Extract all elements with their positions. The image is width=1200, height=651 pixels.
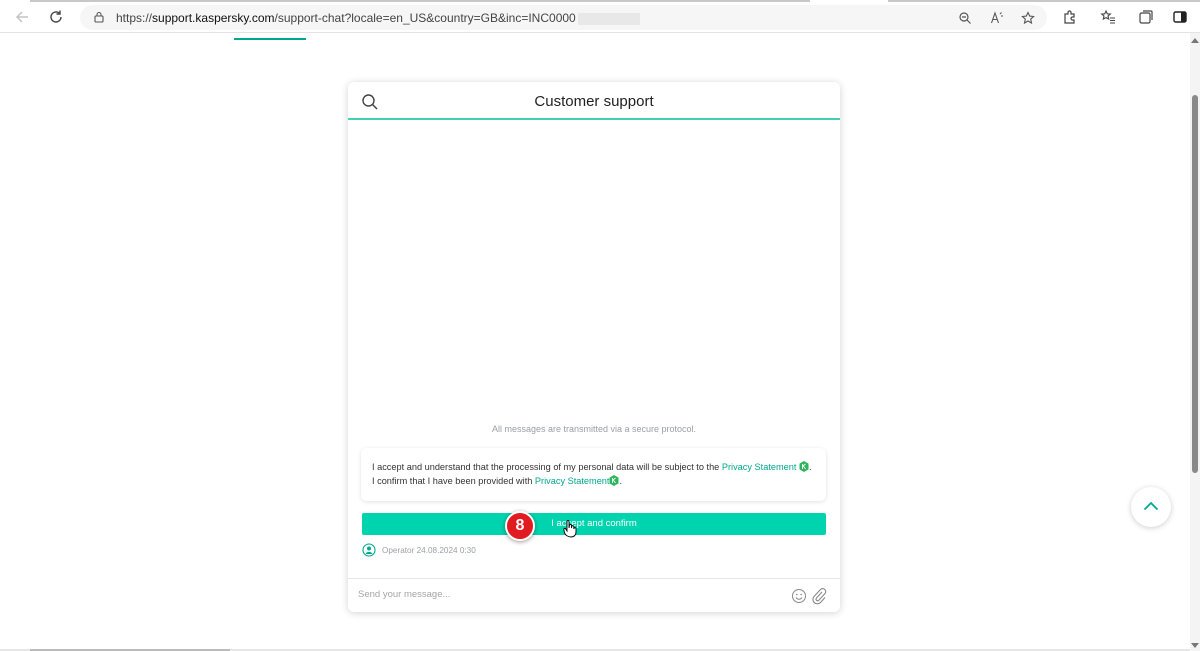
- consent-message: I accept and understand that the process…: [361, 448, 826, 501]
- favorites-bar-icon[interactable]: [1098, 7, 1118, 27]
- sidebar-toggle-icon[interactable]: [1170, 7, 1190, 27]
- message-input[interactable]: Send your message...: [358, 589, 450, 600]
- support-chat-window: Customer support All messages are transm…: [348, 82, 840, 612]
- collections-icon[interactable]: [1136, 7, 1156, 27]
- accept-and-confirm-button[interactable]: I accept and confirm: [362, 513, 826, 535]
- active-nav-underline: [234, 38, 306, 40]
- scroll-up-arrow[interactable]: [1191, 38, 1199, 43]
- attach-icon[interactable]: [811, 587, 827, 605]
- back-icon[interactable]: [12, 7, 32, 27]
- chat-title: Customer support: [534, 93, 654, 110]
- lock-icon[interactable]: [92, 10, 106, 24]
- zoom-icon[interactable]: [958, 11, 972, 25]
- page-scrollbar[interactable]: [1190, 33, 1200, 651]
- scroll-down-arrow[interactable]: [1191, 643, 1199, 648]
- extensions-icon[interactable]: [1060, 7, 1080, 27]
- refresh-icon[interactable]: [46, 7, 66, 27]
- privacy-statement-link[interactable]: Privacy Statement: [722, 462, 797, 472]
- operator-meta: Operator 24.08.2024 0:30: [362, 543, 476, 557]
- consent-text-3: .: [619, 475, 623, 486]
- favorite-icon[interactable]: [1021, 11, 1035, 25]
- kaspersky-k-icon: [609, 474, 619, 486]
- tab-strip-edge: [0, 0, 1200, 2]
- browser-toolbar: https://support.kaspersky.com/support-ch…: [0, 0, 1200, 33]
- read-aloud-icon[interactable]: [990, 11, 1004, 25]
- operator-avatar-icon: [362, 543, 376, 557]
- scroll-to-top-button[interactable]: [1131, 487, 1171, 527]
- url-text[interactable]: https://support.kaspersky.com/support-ch…: [116, 11, 640, 25]
- address-bar[interactable]: https://support.kaspersky.com/support-ch…: [80, 5, 1047, 30]
- emoji-icon[interactable]: [791, 588, 807, 604]
- message-composer: Send your message...: [348, 578, 840, 612]
- step-number-badge: 8: [505, 511, 535, 541]
- hand-cursor-icon: [563, 520, 577, 538]
- privacy-statement-link-2[interactable]: Privacy Statement: [535, 476, 610, 486]
- scrollbar-thumb[interactable]: [1192, 95, 1198, 473]
- consent-text-1: I accept and understand that the process…: [372, 462, 722, 472]
- chevron-up-icon: [1143, 498, 1159, 516]
- operator-timestamp: Operator 24.08.2024 0:30: [382, 545, 476, 555]
- kaspersky-k-icon: [799, 461, 809, 472]
- chat-header: Customer support: [348, 82, 840, 120]
- secure-protocol-note: All messages are transmitted via a secur…: [491, 424, 697, 434]
- redacted-block: [577, 12, 640, 25]
